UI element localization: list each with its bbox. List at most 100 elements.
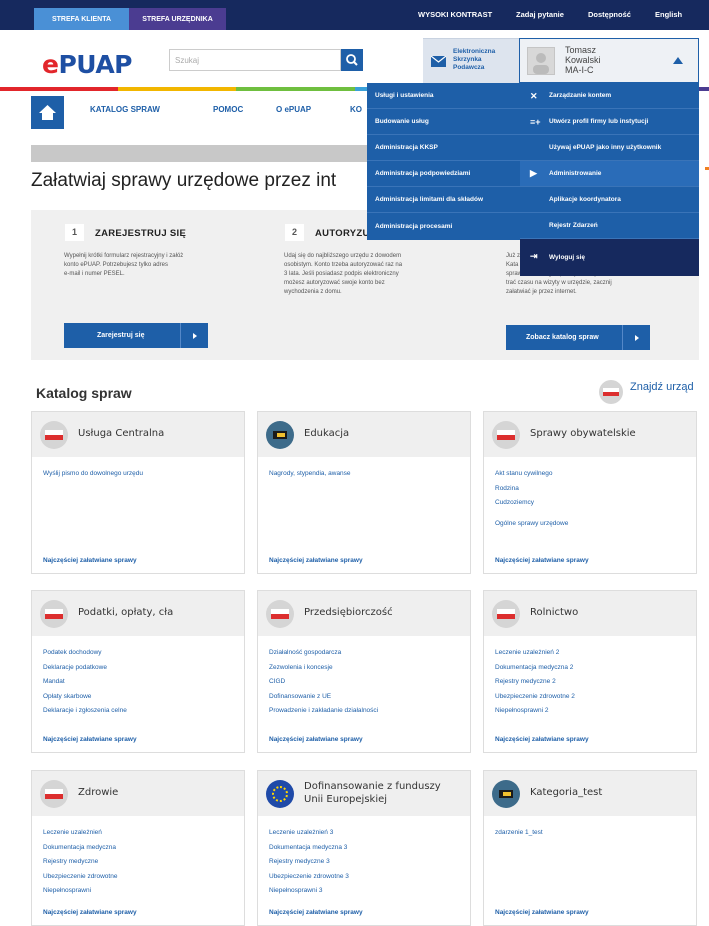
category-header[interactable]: Sprawy obywatelskie — [484, 412, 696, 457]
category-link[interactable]: Deklaracje podatkowe — [43, 661, 244, 676]
home-button[interactable] — [31, 96, 64, 129]
category-header[interactable]: Kategoria_test — [484, 771, 696, 816]
category-link[interactable]: Rejestry medyczne — [43, 855, 244, 870]
category-card[interactable]: Zdrowie Leczenie uzależnień Dokumentacja m… — [31, 770, 245, 926]
user-menu-toggle[interactable]: Tomasz Kowalski MA-I-C — [519, 38, 699, 83]
category-link[interactable]: Zezwolenia i koncesje — [269, 661, 470, 676]
category-card[interactable]: Dofinansowanie z funduszy Unii Europejsk… — [257, 770, 471, 926]
category-items: Działalność gospodarcza Zezwolenia i konc… — [258, 636, 470, 719]
category-link[interactable]: Nagrody, stypendia, awanse — [269, 467, 470, 482]
catalog-title: Katalog spraw — [36, 385, 132, 401]
category-header[interactable]: Usługa Centralna — [32, 412, 244, 457]
category-card[interactable]: Przedsiębiorczość Działalność gospodarcza… — [257, 590, 471, 753]
category-link[interactable]: zdarzenie 1_test — [495, 826, 696, 841]
category-link[interactable]: Cudzoziemcy — [495, 496, 696, 511]
menu-item-services-settings[interactable]: Usługi i ustawienia — [367, 83, 520, 109]
find-office-link[interactable]: Znajdź urząd — [630, 381, 694, 393]
nav-catalog[interactable]: KATALOG SPRAW — [90, 105, 160, 114]
category-link[interactable]: Dofinansowanie z UE — [269, 690, 470, 705]
category-header[interactable]: Przedsiębiorczość — [258, 591, 470, 636]
category-card[interactable]: Usługa Centralna Wyślij pismo do dowolneg… — [31, 411, 245, 574]
chevron-up-icon — [673, 57, 683, 64]
step-2-title: AUTORYZU — [315, 228, 370, 239]
category-link[interactable]: Leczenie uzależnień 3 — [269, 826, 470, 841]
menu-item-coordinator-apps[interactable]: Aplikacje koordynatora — [520, 187, 699, 213]
search-input[interactable]: Szukaj — [169, 49, 341, 71]
category-header[interactable]: Zdrowie — [32, 771, 244, 816]
most-common-link[interactable]: Najczęściej załatwiane sprawy — [43, 909, 137, 916]
category-link[interactable]: Niepełnosprawni 3 — [269, 884, 470, 899]
category-card[interactable]: Kategoria_test zdarzenie 1_test Najczęście… — [483, 770, 697, 926]
category-header[interactable]: Podatki, opłaty, cła — [32, 591, 244, 636]
most-common-link[interactable]: Najczęściej załatwiane sprawy — [269, 736, 363, 743]
category-header[interactable]: Edukacja — [258, 412, 470, 457]
tab-official-zone[interactable]: STREFA URZĘDNIKA — [129, 8, 226, 30]
nav-help[interactable]: POMOC — [213, 105, 243, 114]
menu-item-administration[interactable]: ▶ Administrowanie — [520, 161, 699, 187]
epuap-logo[interactable]: ePUAP — [42, 50, 132, 79]
most-common-link[interactable]: Najczęściej załatwiane sprawy — [269, 557, 363, 564]
user-dropdown-menu: ✕ Zarządzanie kontem ≡+ Utwórz profil firm… — [520, 83, 699, 276]
register-button[interactable]: Zarejestruj się — [64, 323, 208, 348]
category-link[interactable]: Dokumentacja medyczna 3 — [269, 841, 470, 856]
category-link[interactable]: Wyślij pismo do dowolnego urzędu — [43, 467, 244, 482]
category-link[interactable]: Opłaty skarbowe — [43, 690, 244, 705]
menu-item-create-profile[interactable]: ≡+ Utwórz profil firmy lub instytucji — [520, 109, 699, 135]
category-link[interactable]: Ubezpieczenie zdrowotne — [43, 870, 244, 885]
category-items: Leczenie uzależnień 3 Dokumentacja medycz… — [258, 816, 470, 899]
high-contrast-link[interactable]: WYSOKI KONTRAST — [418, 10, 492, 19]
most-common-link[interactable]: Najczęściej załatwiane sprawy — [495, 557, 589, 564]
category-link[interactable]: Deklaracje i zgłoszenia celne — [43, 704, 244, 719]
menu-item-hints-admin[interactable]: Administracja podpowiedziami — [367, 161, 520, 187]
menu-item-account-management[interactable]: ✕ Zarządzanie kontem — [520, 83, 699, 109]
category-link[interactable]: Akt stanu cywilnego — [495, 467, 696, 482]
category-card[interactable]: Sprawy obywatelskie Akt stanu cywilnego Ro… — [483, 411, 697, 574]
category-link[interactable]: Rejestry medyczne 3 — [269, 855, 470, 870]
category-link[interactable]: Działalność gospodarcza — [269, 646, 470, 661]
category-link[interactable]: Rejestry medyczne 2 — [495, 675, 696, 690]
category-link[interactable]: Rodzina — [495, 482, 696, 497]
category-link[interactable]: CIGD — [269, 675, 470, 690]
ask-question-link[interactable]: Zadaj pytanie — [516, 10, 564, 19]
menu-item-service-building[interactable]: Budowanie usług — [367, 109, 520, 135]
most-common-link[interactable]: Najczęściej załatwiane sprawy — [495, 736, 589, 743]
category-link[interactable]: Dokumentacja medyczna 2 — [495, 661, 696, 676]
category-link[interactable]: Ogólne sprawy urzędowe — [495, 517, 696, 532]
menu-item-switch-user[interactable]: Używaj ePUAP jako inny użytkownik — [520, 135, 699, 161]
most-common-link[interactable]: Najczęściej załatwiane sprawy — [43, 557, 137, 564]
poland-flag-icon — [40, 600, 68, 628]
view-catalog-button[interactable]: Zobacz katalog spraw — [506, 325, 650, 350]
english-link[interactable]: English — [655, 10, 682, 19]
accessibility-link[interactable]: Dostępność — [588, 10, 631, 19]
category-link[interactable]: Ubezpieczenie zdrowotne 2 — [495, 690, 696, 705]
category-header[interactable]: Dofinansowanie z funduszy Unii Europejsk… — [258, 771, 470, 816]
arrow-right-icon — [180, 323, 208, 348]
category-link[interactable]: Mandat — [43, 675, 244, 690]
menu-item-event-log[interactable]: Rejestr Zdarzeń — [520, 213, 699, 239]
menu-item-limits-admin[interactable]: Administracja limitami dla składów — [367, 187, 520, 213]
category-link[interactable]: Leczenie uzależnień 2 — [495, 646, 696, 661]
nav-about[interactable]: O ePUAP — [276, 105, 311, 114]
category-link[interactable]: Niepełnosprawni — [43, 884, 244, 899]
category-link[interactable]: Podatek dochodowy — [43, 646, 244, 661]
step-2-desc-line: osobistym. Konto trzeba autoryzować raz … — [284, 262, 403, 268]
most-common-link[interactable]: Najczęściej załatwiane sprawy — [495, 909, 589, 916]
category-link[interactable]: Dokumentacja medyczna — [43, 841, 244, 856]
search-button[interactable] — [341, 49, 363, 71]
menu-item-logout[interactable]: ⇥ Wyloguj się — [520, 239, 699, 276]
most-common-link[interactable]: Najczęściej załatwiane sprawy — [43, 736, 137, 743]
nav-contact[interactable]: KO — [350, 105, 362, 114]
category-card[interactable]: Rolnictwo Leczenie uzależnień 2 Dokumentac… — [483, 590, 697, 753]
category-card[interactable]: Edukacja Nagrody, stypendia, awanse Najczę… — [257, 411, 471, 574]
menu-item-processes-admin[interactable]: Administracja procesami — [367, 213, 520, 239]
category-link[interactable]: Prowadzenie i zakładanie działalności — [269, 704, 470, 719]
menu-item-kksp-admin[interactable]: Administracja KKSP — [367, 135, 520, 161]
category-link[interactable]: Niepełnosprawni 2 — [495, 704, 696, 719]
category-link[interactable]: Ubezpieczenie zdrowotne 3 — [269, 870, 470, 885]
category-header[interactable]: Rolnictwo — [484, 591, 696, 636]
category-card[interactable]: Podatki, opłaty, cła Podatek dochodowy Dek… — [31, 590, 245, 753]
most-common-link[interactable]: Najczęściej załatwiane sprawy — [269, 909, 363, 916]
electronic-inbox-button[interactable]: Elektroniczna Skrzynka Podawcza — [423, 38, 519, 83]
category-link[interactable]: Leczenie uzależnień — [43, 826, 244, 841]
tab-client-zone[interactable]: STREFA KLIENTA — [34, 8, 129, 30]
